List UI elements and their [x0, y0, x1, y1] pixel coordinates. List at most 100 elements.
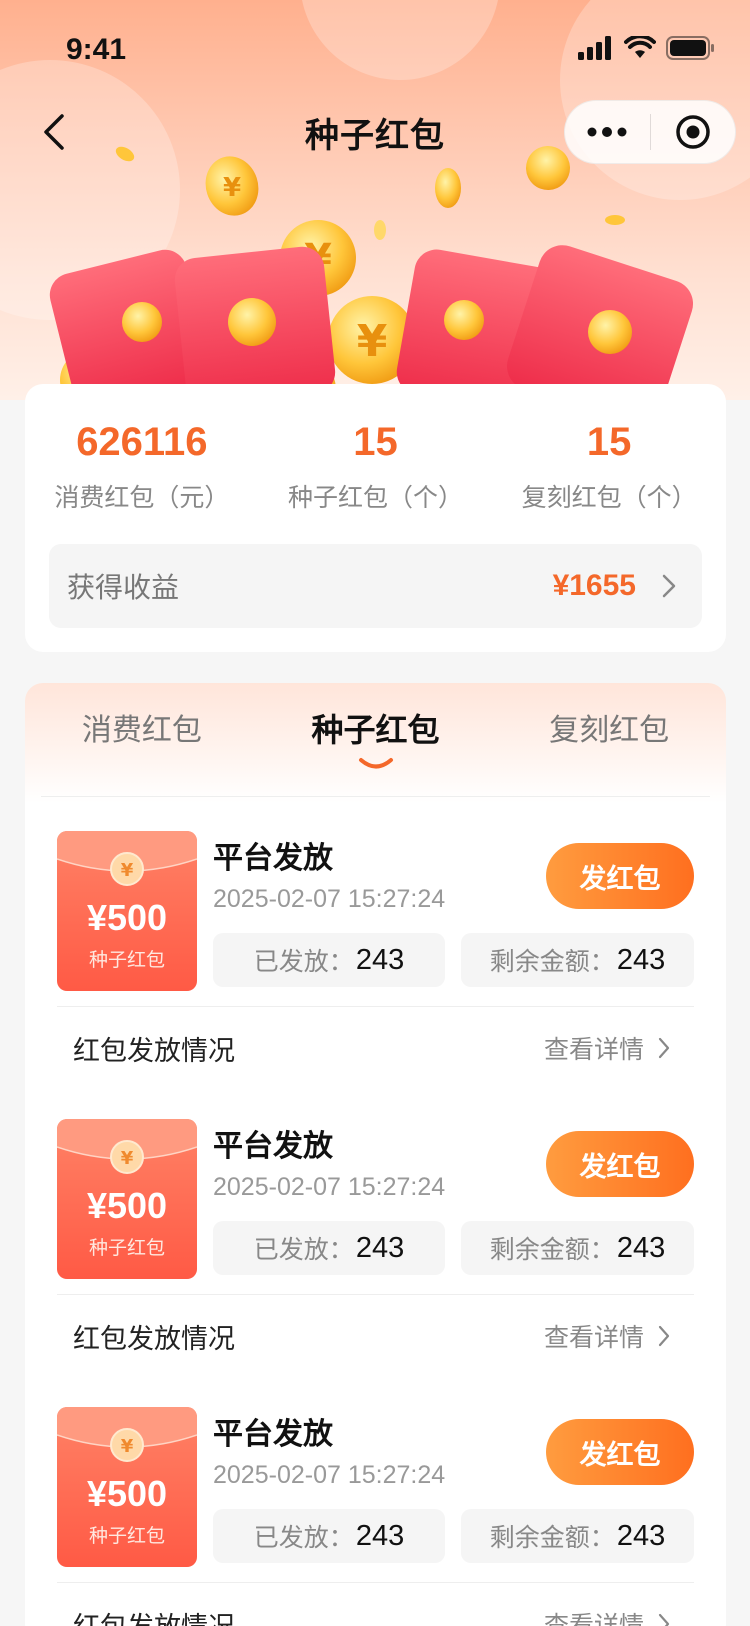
stat-value: 626116: [76, 420, 208, 464]
envelope-type: 种子红包: [88, 949, 165, 971]
envelope-amount: ¥500: [86, 897, 168, 938]
status-icons: [578, 36, 716, 60]
status-time: 9:41: [66, 33, 127, 66]
tab-label: 复刻红包: [549, 713, 670, 748]
view-details-link[interactable]: 查看详情: [544, 1606, 644, 1626]
sent-value: 243: [355, 1519, 405, 1552]
svg-text:¥: ¥: [223, 173, 241, 203]
sent-label: 已发放：: [253, 1235, 354, 1264]
remaining-amount-pill: 剩余金额： 243: [461, 1221, 694, 1275]
send-red-envelope-button[interactable]: 发红包: [546, 843, 694, 909]
stats-row: 626116 消费红包（元） 15 种子红包（个） 15 复刻红包（个）: [25, 384, 726, 514]
tab-active-indicator: [358, 758, 393, 769]
tab-consumption[interactable]: 消费红包: [25, 705, 259, 749]
item-time: 2025-02-07 15:27:24: [213, 885, 446, 913]
red-envelope-thumbnail: ¥ ¥500 种子红包: [57, 1407, 197, 1567]
sent-value: 243: [355, 943, 405, 976]
tab-label: 消费红包: [81, 713, 202, 748]
send-red-envelope-button[interactable]: 发红包: [546, 1419, 694, 1485]
chevron-right-icon: [658, 1037, 670, 1059]
send-red-envelope-button[interactable]: 发红包: [546, 1131, 694, 1197]
tab-seed[interactable]: 种子红包: [259, 705, 493, 769]
chevron-right-icon: [662, 574, 676, 598]
target-icon: [676, 115, 710, 149]
status-bar: 9:41: [0, 0, 750, 96]
chevron-left-icon: [44, 114, 64, 150]
mini-program-capsule: [564, 100, 736, 164]
envelope-type: 种子红包: [88, 1525, 165, 1547]
earnings-row[interactable]: 获得收益 ¥1655: [49, 544, 702, 628]
stat-label: 复刻红包（个）: [521, 483, 697, 512]
coin-symbol: ¥: [121, 1148, 134, 1169]
list-card: 消费红包 种子红包 复刻红包 ¥ ¥500 种子红包 平台发放 2025-02-…: [25, 683, 726, 1626]
remaining-label: 剩余金额：: [489, 1235, 615, 1264]
envelope-amount: ¥500: [86, 1185, 168, 1226]
item-title: 平台发放: [213, 841, 333, 876]
sent-label: 已发放：: [253, 947, 354, 976]
list-item: ¥ ¥500 种子红包 平台发放 2025-02-07 15:27:24 发红包…: [41, 1389, 710, 1626]
stat-value: 15: [586, 420, 632, 464]
red-envelopes-illustration: ¥ ¥ ¥: [49, 146, 694, 400]
footer-label: 红包发放情况: [73, 1323, 235, 1355]
remaining-value: 243: [616, 1519, 666, 1552]
tab-replica[interactable]: 复刻红包: [492, 705, 726, 749]
nav-bar: 种子红包: [0, 96, 750, 168]
view-details-link[interactable]: 查看详情: [544, 1030, 644, 1066]
stat-replica: 15 复刻红包（个）: [492, 416, 726, 514]
stat-seed: 15 种子红包（个）: [259, 416, 493, 514]
view-details-link[interactable]: 查看详情: [544, 1318, 644, 1354]
stat-label: 种子红包（个）: [288, 483, 464, 512]
item-divider: [57, 1294, 694, 1295]
item-title: 平台发放: [213, 1417, 333, 1452]
remaining-amount-pill: 剩余金额： 243: [461, 1509, 694, 1563]
coin-symbol: ¥: [121, 1436, 134, 1457]
item-divider: [57, 1006, 694, 1007]
remaining-label: 剩余金额：: [489, 947, 615, 976]
coin-symbol: ¥: [121, 860, 134, 881]
back-button[interactable]: [28, 106, 80, 158]
envelope-type: 种子红包: [88, 1237, 165, 1259]
sent-label: 已发放：: [253, 1523, 354, 1552]
sent-value: 243: [355, 1231, 405, 1264]
battery-icon: [666, 36, 714, 60]
item-time: 2025-02-07 15:27:24: [213, 1173, 446, 1201]
item-title: 平台发放: [213, 1129, 333, 1164]
wifi-icon: [624, 36, 656, 58]
close-mini-program-button[interactable]: [651, 101, 736, 163]
stat-label: 消费红包（元）: [54, 483, 230, 512]
earnings-label: 获得收益: [67, 571, 180, 604]
stats-card: 626116 消费红包（元） 15 种子红包（个） 15 复刻红包（个） 获得收…: [25, 384, 726, 652]
sent-count-pill: 已发放： 243: [213, 1509, 445, 1563]
remaining-amount-pill: 剩余金额： 243: [461, 933, 694, 987]
distribution-details-row[interactable]: 红包发放情况 查看详情: [73, 1587, 670, 1626]
tabs-divider: [41, 796, 710, 797]
chevron-right-icon: [658, 1325, 670, 1347]
distribution-details-row[interactable]: 红包发放情况 查看详情: [73, 1299, 670, 1373]
signal-icon: [578, 36, 611, 60]
tab-label: 种子红包: [311, 711, 440, 749]
distribution-details-row[interactable]: 红包发放情况 查看详情: [73, 1011, 670, 1085]
more-dots-icon: [587, 127, 627, 137]
svg-text:¥: ¥: [357, 316, 388, 367]
page-title: 种子红包: [305, 115, 445, 156]
stat-value: 15: [353, 420, 398, 464]
remaining-label: 剩余金额：: [489, 1523, 615, 1552]
chevron-right-icon: [658, 1613, 670, 1626]
footer-label: 红包发放情况: [73, 1605, 544, 1626]
item-divider: [57, 1582, 694, 1583]
more-button[interactable]: [565, 101, 650, 163]
earnings-value: ¥1655: [552, 569, 636, 602]
list-item: ¥ ¥500 种子红包 平台发放 2025-02-07 15:27:24 发红包…: [41, 813, 710, 1085]
remaining-value: 243: [616, 1231, 666, 1264]
tab-bar: 消费红包 种子红包 复刻红包: [25, 683, 726, 793]
red-envelope-thumbnail: ¥ ¥500 种子红包: [57, 1119, 197, 1279]
remaining-value: 243: [616, 943, 666, 976]
envelope-amount: ¥500: [86, 1473, 168, 1514]
sent-count-pill: 已发放： 243: [213, 933, 445, 987]
list-item: ¥ ¥500 种子红包 平台发放 2025-02-07 15:27:24 发红包…: [41, 1101, 710, 1373]
item-time: 2025-02-07 15:27:24: [213, 1461, 446, 1489]
red-envelope-thumbnail: ¥ ¥500 种子红包: [57, 831, 197, 991]
footer-label: 红包发放情况: [73, 1035, 235, 1067]
stat-consumption: 626116 消费红包（元）: [25, 416, 259, 514]
sent-count-pill: 已发放： 243: [213, 1221, 445, 1275]
